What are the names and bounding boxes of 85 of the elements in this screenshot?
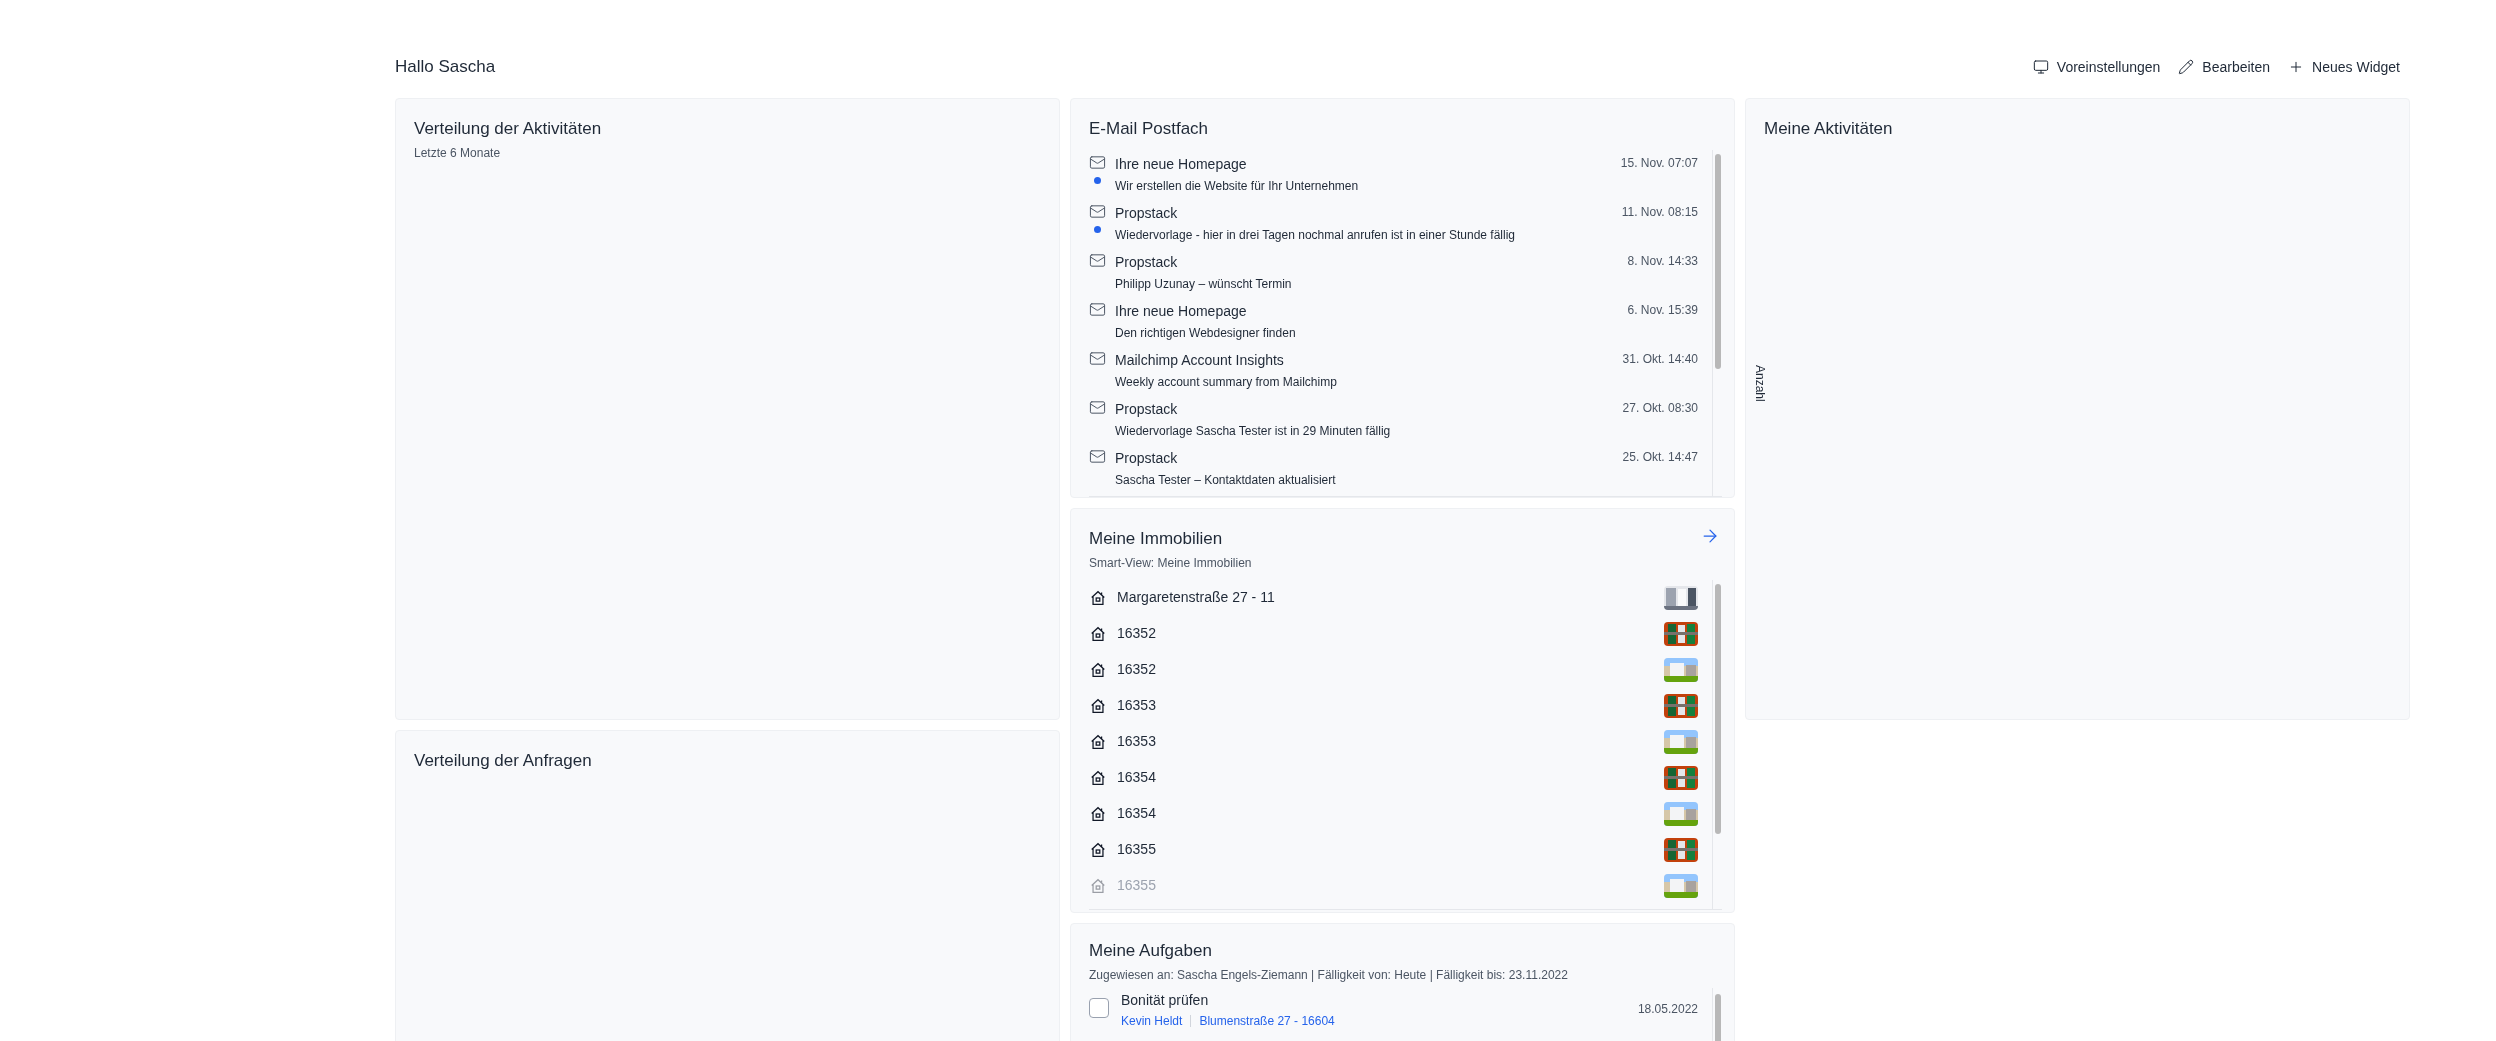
mail-icon xyxy=(1089,251,1106,269)
email-preview: Sascha Tester – Kontaktdaten aktualisiert xyxy=(1115,471,1337,489)
property-item[interactable]: 16353 xyxy=(1089,723,1698,760)
property-item[interactable]: 16355 xyxy=(1089,831,1698,868)
property-name: 16355 xyxy=(1117,876,1157,895)
greeting: Hallo Sascha xyxy=(395,56,496,79)
email-item[interactable]: Propstack 25. Okt. 14:47 Sascha Tester – Kontaktdaten aktualisiert xyxy=(1089,443,1698,493)
house-icon xyxy=(1089,804,1107,823)
email-preview: Philipp Uzunay – wünscht Termin xyxy=(1115,275,1293,293)
email-preview: Wiedervorlage - hier in drei Tagen nochmal anrufen ist in einer Stunde fällig xyxy=(1115,226,1516,244)
email-item[interactable]: Propstack 27. Okt. 08:30 Wiedervorlage Sascha Tester ist in 29 Minuten fällig xyxy=(1089,394,1698,444)
email-sender: Propstack xyxy=(1115,252,1178,272)
email-sender: Propstack xyxy=(1115,399,1178,419)
property-item[interactable]: 16354 xyxy=(1089,759,1698,796)
email-item[interactable]: Ihre neue Homepage 6. Nov. 15:39 Den richtigen Webdesigner finden xyxy=(1089,296,1698,346)
property-item[interactable]: 16352 xyxy=(1089,651,1698,688)
scrollbar[interactable] xyxy=(1715,583,1721,834)
widget-title: E-Mail Postfach xyxy=(1089,118,1210,140)
task-date: 18.05.2022 xyxy=(1637,1000,1698,1018)
email-sender: Propstack xyxy=(1115,448,1178,468)
property-name: 16352 xyxy=(1117,624,1157,643)
scrollbar[interactable] xyxy=(1715,993,1721,1041)
email-item[interactable]: Propstack 8. Nov. 14:33 Philipp Uzunay – wünscht Termin xyxy=(1089,247,1698,297)
task-title: Bonität prüfen xyxy=(1121,990,1209,1010)
house-icon xyxy=(1089,660,1107,679)
email-item[interactable]: Ihre neue Homepage 15. Nov. 07:07 Wir erstellen die Website für Ihr Unternehmen xyxy=(1089,149,1698,199)
email-item[interactable]: Mailchimp Account Insights 31. Okt. 14:40 Weekly account summary from Mailchimp xyxy=(1089,345,1698,395)
house-icon xyxy=(1089,840,1107,859)
toolbar-button[interactable]: Neues Widget xyxy=(2288,56,2400,78)
monitor-icon xyxy=(2032,59,2049,75)
property-item[interactable]: Margaretenstraße 27 - 11 xyxy=(1089,579,1698,616)
email-item[interactable]: Propstack 11. Nov. 08:15 Wiedervorlage - hier in drei Tagen nochmal anrufen ist in einer Stunde fällig xyxy=(1089,198,1698,248)
email-sender: Propstack xyxy=(1115,203,1178,223)
property-item[interactable]: 16352 xyxy=(1089,615,1698,652)
email-preview: Weekly account summary from Mailchimp xyxy=(1115,373,1338,391)
property-name: 16354 xyxy=(1117,804,1157,823)
mail-icon xyxy=(1089,447,1106,465)
mail-icon xyxy=(1089,300,1106,318)
email-preview: Wir erstellen die Website für Ihr Unternehmen xyxy=(1115,177,1360,195)
axis-label: Anzahl xyxy=(1752,365,1768,402)
email-sender: Ihre neue Homepage xyxy=(1115,154,1247,174)
property-name: 16353 xyxy=(1117,732,1157,751)
property-link[interactable]: Blumenstraße 27 - 16604 xyxy=(1199,1011,1335,1030)
email-sender: Ihre neue Homepage xyxy=(1115,301,1247,321)
email-date: 15. Nov. 07:07 xyxy=(1620,154,1698,172)
widget-title: Meine Aufgaben xyxy=(1089,940,1213,962)
email-date: 31. Okt. 14:40 xyxy=(1622,350,1698,368)
mail-icon xyxy=(1089,398,1106,416)
property-name: 16355 xyxy=(1117,840,1157,859)
email-date: 11. Nov. 08:15 xyxy=(1621,203,1698,221)
email-sender: Mailchimp Account Insights xyxy=(1115,350,1284,370)
widget-subtitle: Zugewiesen an: Sascha Engels-Ziemann | Fälligkeit von: Heute | Fälligkeit bis: 23.11.2022 xyxy=(1089,966,1569,984)
email-date: 6. Nov. 15:39 xyxy=(1627,301,1698,319)
mail-icon xyxy=(1089,153,1106,171)
mail-icon xyxy=(1089,349,1106,367)
property-name: 16354 xyxy=(1117,768,1157,787)
toolbar-button[interactable]: Bearbeiten xyxy=(2178,56,2271,78)
widget-subtitle: Letzte 6 Monate xyxy=(414,144,502,162)
house-icon xyxy=(1089,732,1107,751)
property-name: 16352 xyxy=(1117,660,1157,679)
task-checkbox[interactable] xyxy=(1089,997,1109,1018)
email-preview: Wiedervorlage Sascha Tester ist in 29 Minuten fällig xyxy=(1115,422,1392,440)
scrollbar[interactable] xyxy=(1715,153,1721,369)
mail-icon xyxy=(1089,202,1106,220)
pencil-icon xyxy=(2178,59,2195,75)
property-name: Margaretenstraße 27 - 11 xyxy=(1117,588,1276,607)
email-date: 25. Okt. 14:47 xyxy=(1622,448,1698,466)
house-icon xyxy=(1089,768,1107,787)
email-date: 27. Okt. 08:30 xyxy=(1622,399,1698,417)
widget-title: Meine Immobilien xyxy=(1089,528,1224,550)
email-preview: Den richtigen Webdesigner finden xyxy=(1115,324,1297,342)
property-item[interactable]: 16354 xyxy=(1089,795,1698,832)
widget-title: Verteilung der Anfragen xyxy=(414,750,593,772)
toolbar-button[interactable]: Voreinstellungen xyxy=(2032,56,2161,78)
house-icon xyxy=(1089,588,1107,607)
widget-title: Verteilung der Aktivitäten xyxy=(414,118,603,140)
property-name: 16353 xyxy=(1117,696,1157,715)
email-date: 8. Nov. 14:33 xyxy=(1627,252,1698,270)
house-icon xyxy=(1089,624,1107,643)
house-icon xyxy=(1089,876,1107,895)
widget-title: Meine Aktivitäten xyxy=(1764,118,1894,140)
contact-link[interactable]: Kevin Heldt xyxy=(1121,1011,1183,1030)
house-icon xyxy=(1089,696,1107,715)
widget-subtitle: Smart-View: Meine Immobilien xyxy=(1089,554,1252,572)
property-item[interactable]: 16353 xyxy=(1089,687,1698,724)
